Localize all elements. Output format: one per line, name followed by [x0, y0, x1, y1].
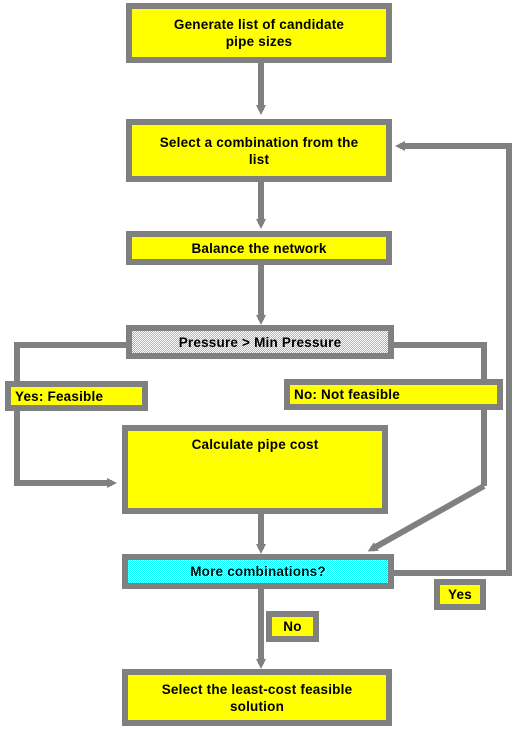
label-no-not-feasible-text: No: Not feasible: [294, 387, 400, 402]
edge-more-yes-to-select: [394, 141, 512, 576]
node-generate-list[interactable]: Generate list of candidate pipe sizes: [126, 3, 392, 63]
node-select-combination[interactable]: Select a combination from the list: [126, 119, 392, 182]
node-more-combinations[interactable]: More combinations?: [122, 554, 394, 589]
node-balance-network-label: Balance the network: [191, 240, 327, 256]
node-balance-network[interactable]: Balance the network: [126, 231, 392, 265]
node-select-least-cost[interactable]: Select the least-cost feasible solution: [122, 669, 392, 726]
node-calculate-pipe-cost[interactable]: Calculate pipe cost: [122, 425, 388, 514]
label-no-text: No: [283, 619, 302, 634]
flowchart-canvas: Generate list of candidate pipe sizes Se…: [0, 0, 523, 729]
label-no: No: [266, 611, 319, 642]
node-more-combinations-label: More combinations?: [190, 564, 326, 579]
node-select-combination-label: Select a combination from the list: [159, 134, 359, 167]
node-calculate-pipe-cost-label: Calculate pipe cost: [191, 437, 319, 452]
node-select-least-cost-label: Select the least-cost feasible solution: [161, 681, 353, 714]
label-yes-text: Yes: [448, 587, 472, 602]
label-yes-feasible-text: Yes: Feasible: [15, 388, 104, 404]
label-no-not-feasible: No: Not feasible: [284, 379, 503, 410]
edge-pressure-yes-to-calc: [14, 342, 127, 488]
node-generate-list-label: Generate list of candidate pipe sizes: [173, 17, 345, 49]
label-yes-feasible: Yes: Feasible: [5, 381, 148, 411]
connector-layer: [14, 63, 512, 669]
node-pressure-check[interactable]: Pressure > Min Pressure: [126, 325, 394, 359]
edge-no-feasible-diagonal-to-more: [367, 483, 486, 552]
edge-pressure-no-down: [394, 342, 487, 486]
node-pressure-check-label: Pressure > Min Pressure: [178, 334, 342, 350]
label-yes: Yes: [434, 579, 486, 610]
